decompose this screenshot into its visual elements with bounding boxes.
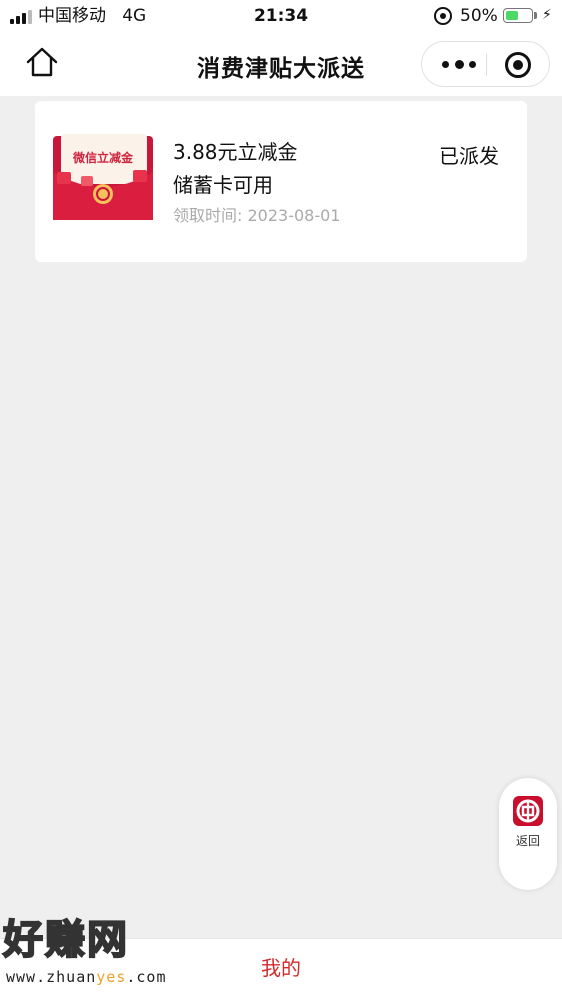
watermark-url: www.zhuanyes.com [6, 968, 167, 986]
coupon-status: 已派发 [439, 144, 499, 168]
coupon-card[interactable]: 微信立减金 3.88元立减金 储蓄卡可用 领取时间: 2023-08-01 已派… [35, 101, 527, 262]
navigation-bar: 消费津贴大派送 [0, 32, 562, 96]
battery-tip [534, 12, 537, 19]
battery-icon [503, 8, 533, 23]
more-icon[interactable] [436, 52, 482, 78]
capsule-divider [486, 54, 487, 76]
miniprogram-capsule [421, 41, 550, 87]
watermark-brand: 好赚网 [2, 916, 129, 964]
close-miniprogram-icon[interactable] [505, 52, 531, 78]
watermark: 好赚网 www.zhuanyes.com [0, 915, 200, 1000]
rotation-lock-icon [434, 7, 452, 25]
coupon-title: 3.88元立减金 [173, 140, 298, 164]
envelope-label: 微信立减金 [72, 150, 134, 165]
battery-percent: 50% [460, 6, 498, 26]
back-label: 返回 [515, 834, 540, 848]
coupon-subtitle: 储蓄卡可用 [173, 173, 273, 197]
red-envelope-image: 微信立减金 [53, 134, 153, 220]
status-bar: 中国移动 4G 21:34 50% ⚡ [0, 0, 562, 32]
coupon-date: 领取时间: 2023-08-01 [173, 206, 341, 225]
back-float-button[interactable]: 返回 [499, 778, 557, 890]
bank-logo-icon [513, 796, 543, 826]
charging-icon: ⚡ [542, 7, 552, 23]
